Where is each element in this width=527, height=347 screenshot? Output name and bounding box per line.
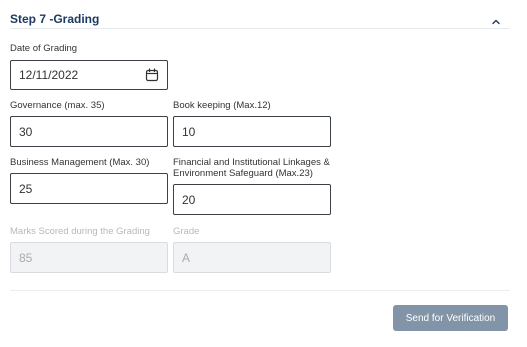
section-title: Step 7 -Grading — [10, 12, 100, 26]
linkages-label-line1: Financial and Institutional Linkages & — [173, 157, 330, 168]
grading-panel: Step 7 -Grading Date of Grading 12/11/20… — [0, 0, 527, 347]
governance-field[interactable]: 30 — [10, 116, 168, 147]
business-field[interactable]: 25 — [10, 173, 168, 204]
calendar-icon[interactable] — [145, 68, 159, 82]
send-for-verification-button[interactable]: Send for Verification — [393, 305, 508, 331]
marks-label: Marks Scored during the Grading — [10, 226, 150, 237]
bookkeeping-value: 10 — [182, 124, 196, 139]
date-value: 12/11/2022 — [19, 68, 79, 82]
marks-value: 85 — [19, 250, 33, 265]
grade-value: A — [182, 250, 191, 265]
linkages-label: Financial and Institutional Linkages & E… — [173, 157, 330, 179]
bookkeeping-field[interactable]: 10 — [173, 116, 331, 147]
business-label: Business Management (Max. 30) — [10, 157, 150, 168]
date-label: Date of Grading — [10, 43, 78, 54]
linkages-label-line2: Environment Safeguard (Max.23) — [173, 168, 313, 179]
bookkeeping-label: Book keeping (Max.12) — [173, 100, 271, 111]
linkages-value: 20 — [182, 192, 196, 207]
divider — [10, 290, 510, 291]
chevron-up-icon[interactable] — [492, 18, 500, 26]
grade-field: A — [173, 242, 331, 273]
section-header[interactable]: Step 7 -Grading — [10, 8, 510, 29]
marks-field: 85 — [10, 242, 168, 273]
linkages-field[interactable]: 20 — [173, 184, 331, 215]
governance-label: Governance (max. 35) — [10, 100, 105, 111]
grade-label: Grade — [173, 226, 200, 237]
business-value: 25 — [19, 181, 33, 196]
date-field[interactable]: 12/11/2022 — [10, 60, 168, 90]
governance-value: 30 — [19, 124, 33, 139]
